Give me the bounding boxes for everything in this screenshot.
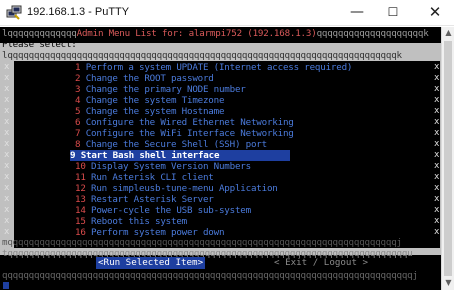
menu-border-right: x — [434, 62, 440, 72]
header-rule-left: lqqqqqqqqqqqqq — [2, 28, 77, 39]
window-title: 192.168.1.3 - PuTTY — [27, 6, 130, 18]
menu-border-right: x — [434, 106, 440, 116]
scrollbar-thumb[interactable] — [444, 41, 452, 276]
exit-logout-button[interactable]: < Exit / Logout > — [274, 257, 368, 269]
menu-item-number: 2 — [75, 73, 81, 84]
menu-item-number: 5 — [75, 106, 81, 117]
putty-app-icon[interactable] — [6, 5, 22, 21]
terminal-screen[interactable]: lqqqqqqqqqqqqqAdmin Menu List for: alarm… — [0, 27, 441, 290]
menu-item-label: Run simpleusb-tune-menu Application — [91, 183, 278, 194]
menu-item-5[interactable]: 5 Change the system Hostname — [75, 106, 225, 117]
menu-border-left: x — [4, 106, 10, 116]
menu-item-10[interactable]: 10 Display System Version Numbers — [75, 161, 251, 172]
menu-item-1[interactable]: 1 Perform a system UPDATE (Internet acce… — [75, 62, 352, 73]
menu-border-left: x — [4, 194, 10, 204]
menu-border-left: x — [4, 205, 10, 215]
menu-border-right: x — [434, 216, 440, 226]
menu-item-label: Configure the Wired Ethernet Networking — [85, 117, 294, 128]
menu-item-label: Display System Version Numbers — [91, 161, 251, 172]
menu-item-8[interactable]: 8 Change the Secure Shell (SSH) port — [75, 139, 267, 150]
terminal-scrollbar[interactable]: ▲ ▼ — [441, 27, 454, 290]
menu-item-label: Run Asterisk CLI client — [91, 172, 214, 183]
menu-item-14[interactable]: 14 Power-cycle the USB sub-system — [75, 205, 251, 216]
menu-item-2[interactable]: 2 Change the ROOT password — [75, 73, 214, 84]
menu-item-label: Change the system Timezone — [85, 95, 225, 106]
menu-border-left: x — [4, 183, 10, 193]
menu-item-number: 7 — [75, 128, 81, 139]
menu-item-number: 15 — [75, 216, 86, 227]
menu-item-label: Change the system Hostname — [85, 106, 225, 117]
scroll-up-arrow-icon[interactable]: ▲ — [444, 29, 453, 37]
menu-item-number: 13 — [75, 194, 86, 205]
prompt-text: Please select: — [2, 39, 77, 50]
menu-border-right: x — [434, 139, 440, 149]
terminal-cursor — [3, 282, 9, 289]
menu-border-right: x — [434, 150, 440, 160]
header-rule-right: qqqqqqqqqqqqqqqqqqqqk — [316, 28, 429, 39]
menu-border-left: x — [4, 139, 10, 149]
menu-item-6[interactable]: 6 Configure the Wired Ethernet Networkin… — [75, 117, 294, 128]
menu-border-left: x — [4, 128, 10, 138]
run-selected-item-button[interactable]: <Run Selected Item> — [96, 257, 206, 269]
menu-item-number: 9 — [70, 150, 76, 161]
menu-item-number: 14 — [75, 205, 86, 216]
menu-item-12[interactable]: 12 Run simpleusb-tune-menu Application — [75, 183, 278, 194]
menu-border-right: x — [434, 183, 440, 193]
menu-item-number: 12 — [75, 183, 86, 194]
menu-border-right: x — [434, 128, 440, 138]
menu-border-left: x — [4, 161, 10, 171]
menu-item-number: 3 — [75, 84, 81, 95]
menu-border-right: x — [434, 84, 440, 94]
menu-item-11[interactable]: 11 Run Asterisk CLI client — [75, 172, 214, 183]
menu-item-4[interactable]: 4 Change the system Timezone — [75, 95, 225, 106]
menu-item-number: 8 — [75, 139, 81, 150]
menu-border-right: x — [434, 95, 440, 105]
menu-bottom-border: mqqqqqqqqqqqqqqqqqqqqqqqqqqqqqqqqqqqqqqq… — [2, 237, 402, 248]
dialog-bottom-border: qqqqqqqqqqqqqqqqqqqqqqqqqqqqqqqqqqqqqqqq… — [2, 270, 418, 281]
menu-item-number: 6 — [75, 117, 81, 128]
menu-top-border: lqqqqqqqqqqqqqqqqqqqqqqqqqqqqqqqqqqqqqqq… — [2, 50, 402, 61]
menu-border-left: x — [4, 150, 10, 160]
menu-item-13[interactable]: 13 Restart Asterisk Server — [75, 194, 214, 205]
menu-border-right: x — [434, 227, 440, 237]
menu-item-label: Start Bash shell interface — [80, 150, 220, 161]
menu-border-left: x — [4, 84, 10, 94]
window-titlebar: 192.168.1.3 - PuTTY — ☐ ✕ — [0, 0, 454, 26]
menu-item-number: 4 — [75, 95, 81, 106]
scroll-down-arrow-icon[interactable]: ▼ — [444, 279, 453, 287]
menu-border-left: x — [4, 73, 10, 83]
menu-item-label: Power-cycle the USB sub-system — [91, 205, 251, 216]
menu-item-number: 11 — [75, 172, 86, 183]
menu-item-label: Change the primary NODE number — [85, 84, 246, 95]
menu-item-label: Change the Secure Shell (SSH) port — [85, 139, 267, 150]
menu-item-label: Restart Asterisk Server — [91, 194, 214, 205]
menu-border-left: x — [4, 62, 10, 72]
minimize-button[interactable]: — — [340, 0, 374, 26]
menu-border-left: x — [4, 172, 10, 182]
menu-border-left: x — [4, 216, 10, 226]
menu-border-right: x — [434, 117, 440, 127]
menu-item-number: 1 — [75, 62, 81, 73]
dialog-header-line: lqqqqqqqqqqqqqAdmin Menu List for: alarm… — [2, 28, 429, 39]
menu-item-label: Reboot this system — [91, 216, 187, 227]
menu-border-right: x — [434, 73, 440, 83]
menu-border-right: x — [434, 205, 440, 215]
close-button[interactable]: ✕ — [418, 0, 452, 26]
menu-item-number: 10 — [75, 161, 86, 172]
menu-item-3[interactable]: 3 Change the primary NODE number — [75, 84, 246, 95]
menu-border-right: x — [434, 194, 440, 204]
menu-item-label: Change the ROOT password — [85, 73, 214, 84]
menu-item-7[interactable]: 7 Configure the WiFi Interface Networkin… — [75, 128, 294, 139]
menu-item-9[interactable]: 9 Start Bash shell interface — [70, 150, 290, 161]
menu-border-left: x — [4, 117, 10, 127]
menu-item-15[interactable]: 15 Reboot this system — [75, 216, 187, 227]
menu-item-label: Configure the WiFi Interface Networking — [85, 128, 294, 139]
menu-item-label: Perform a system UPDATE (Internet access… — [85, 62, 353, 73]
menu-border-right: x — [434, 161, 440, 171]
menu-border-right: x — [434, 172, 440, 182]
menu-border-left: x — [4, 95, 10, 105]
maximize-button[interactable]: ☐ — [376, 0, 410, 26]
dialog-title: Admin Menu List for: alarmpi752 (192.168… — [76, 28, 317, 39]
